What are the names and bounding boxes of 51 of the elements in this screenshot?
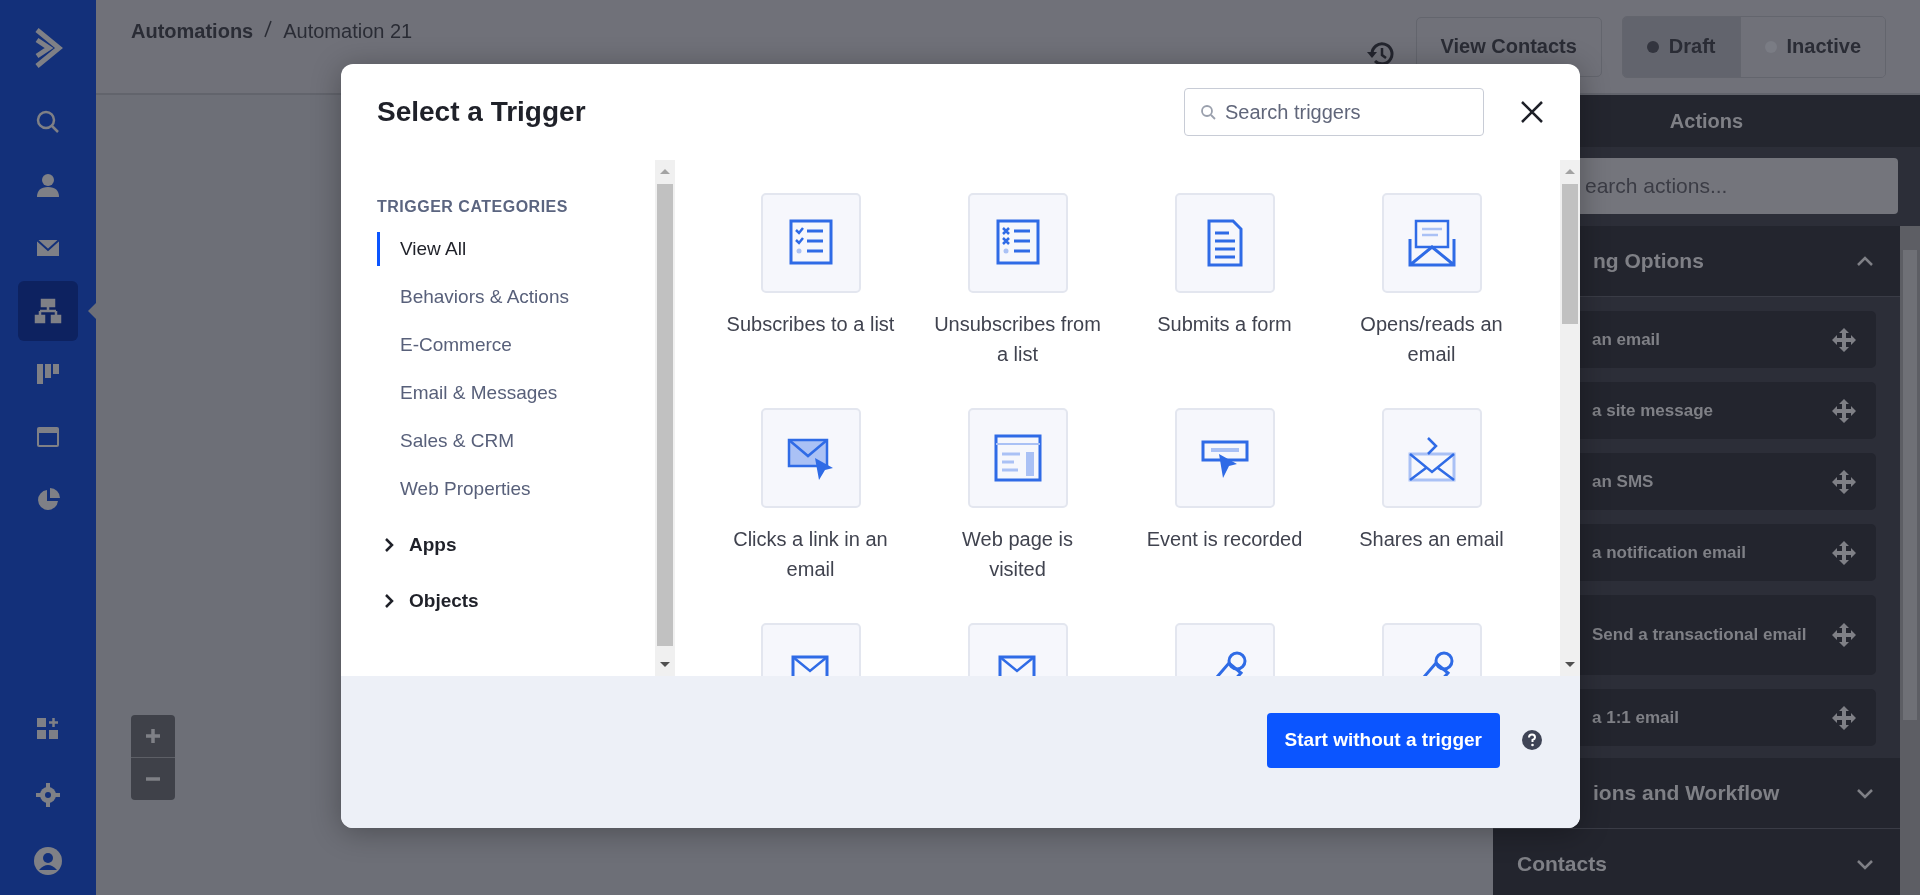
section-header[interactable]: Contacts — [1493, 829, 1900, 895]
trigger-label: Shares an email — [1358, 527, 1505, 552]
scrollbar[interactable] — [655, 160, 675, 676]
trigger-tile[interactable] — [1381, 408, 1482, 508]
selection-pointer-icon — [88, 303, 96, 319]
dialog-title: Select a Trigger — [377, 96, 587, 128]
move-icon[interactable] — [1830, 621, 1858, 649]
categories-heading: TRIGGER CATEGORIES — [377, 198, 569, 216]
move-icon[interactable] — [1830, 467, 1858, 496]
trigger-label: Event is recorded — [1145, 527, 1304, 552]
trigger-label: Clicks a link in an email — [732, 527, 889, 582]
trigger-tile[interactable] — [967, 193, 1068, 293]
move-icon[interactable] — [1830, 396, 1858, 425]
category-item[interactable]: Behaviors & Actions — [377, 280, 655, 314]
category-item[interactable]: Sales & CRM — [377, 424, 655, 458]
move-icon[interactable] — [1830, 325, 1858, 354]
trigger-tile[interactable] — [760, 193, 861, 293]
move-icon[interactable] — [1830, 538, 1858, 567]
chevron-right-icon — [383, 538, 395, 552]
chevron-up-icon — [1856, 255, 1874, 267]
logo-icon[interactable] — [33, 28, 63, 68]
trigger-tile[interactable] — [1174, 408, 1275, 508]
trigger-label: Unsubscribes from a list — [933, 312, 1102, 367]
trigger-tile[interactable] — [1381, 193, 1482, 293]
trigger-tile[interactable] — [967, 408, 1068, 508]
chevron-down-icon — [1856, 858, 1874, 870]
search-triggers-field[interactable]: Search triggers — [1184, 88, 1484, 136]
category-group[interactable]: Objects — [377, 584, 655, 618]
trigger-tile[interactable] — [760, 408, 861, 508]
move-icon[interactable] — [1830, 703, 1858, 732]
breadcrumb-current: Automation 21 — [283, 20, 413, 43]
trigger-label: Opens/reads an email — [1359, 312, 1504, 367]
category-item[interactable]: E-Commerce — [377, 328, 655, 362]
status-option[interactable]: Inactive — [1739, 16, 1885, 77]
status-option[interactable]: Draft — [1622, 16, 1740, 77]
close-icon[interactable] — [1520, 100, 1544, 124]
breadcrumb-link[interactable]: Automations — [131, 20, 254, 43]
start-without-trigger-button[interactable]: Start without a trigger — [1266, 712, 1500, 768]
trigger-label: Subscribes to a list — [725, 312, 896, 337]
scrollbar[interactable] — [1560, 160, 1580, 676]
help-icon[interactable] — [1522, 730, 1542, 750]
trigger-tile[interactable] — [1174, 193, 1275, 293]
chevron-down-icon — [1856, 787, 1874, 799]
trigger-label: Web page is visited — [961, 527, 1074, 582]
scrollbar[interactable] — [1900, 226, 1920, 895]
category-group[interactable]: Apps — [377, 528, 655, 562]
trigger-label: Submits a form — [1156, 312, 1293, 337]
nav-automations-icon[interactable] — [18, 281, 78, 341]
category-item[interactable]: Web Properties — [377, 472, 655, 506]
chevron-right-icon — [383, 594, 395, 608]
category-item[interactable]: Email & Messages — [377, 376, 655, 410]
